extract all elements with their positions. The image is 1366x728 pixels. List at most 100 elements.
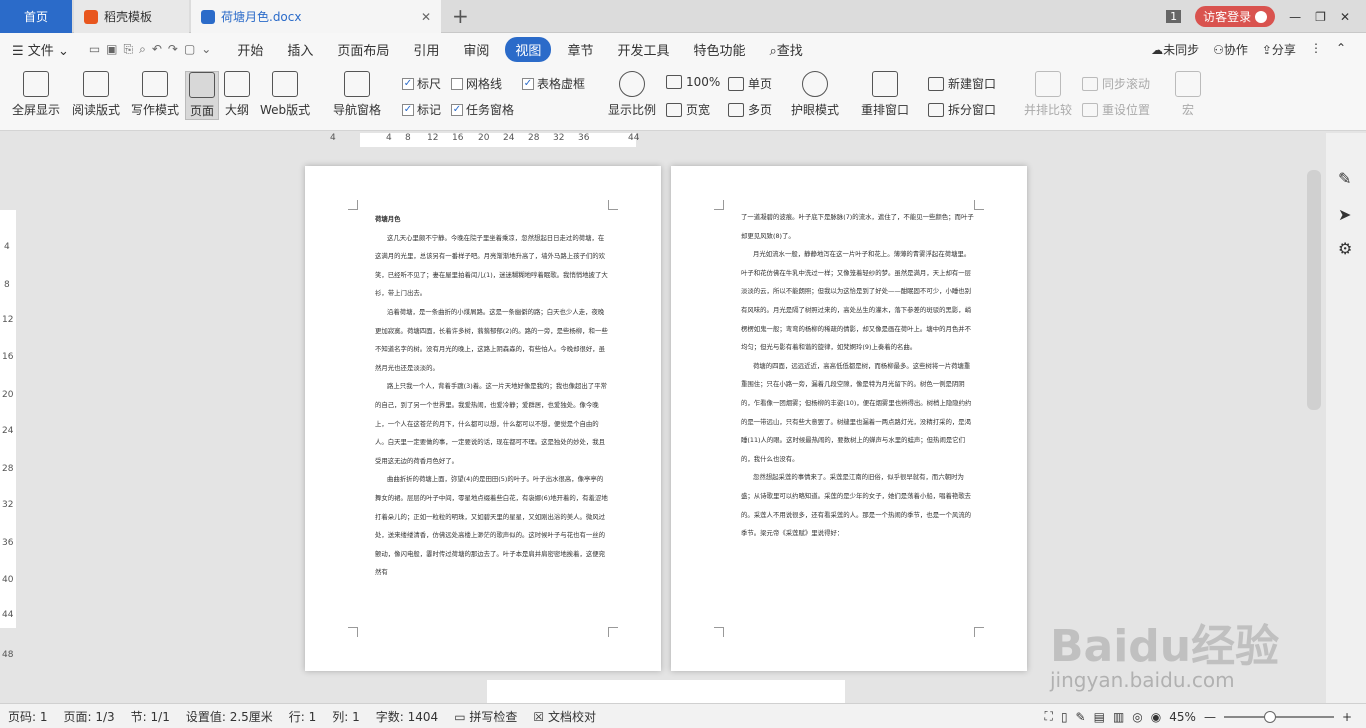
page-mode-icon[interactable]: ▤ [1094, 710, 1105, 724]
spell-icon: ▭ [454, 709, 466, 724]
pen-icon[interactable]: ✎ [1338, 169, 1351, 188]
menu-features[interactable]: 特色功能 [681, 40, 757, 59]
document-page-1[interactable]: 荷塘月色 这几天心里颇不宁静。今晚在院子里坐着乘凉，忽然想起日日走过的荷塘，在这… [305, 166, 661, 671]
nav-pane-button[interactable]: 导航窗格 [333, 71, 381, 118]
proof-icon: ☒ [533, 709, 545, 724]
document-page-2[interactable]: 了一道凝碧的波痕。叶子底下是脉脉(7)的流水，遮住了，不能见一些颜色；而叶子却更… [671, 166, 1027, 671]
zoom-slider-knob[interactable] [1263, 710, 1276, 723]
word-doc-icon [201, 9, 215, 24]
quick-access-icons[interactable]: ▭▣⎘⌕↶↷▢⌄ [81, 42, 226, 57]
zoom-ratio-button[interactable]: 显示比例 [608, 71, 656, 118]
eye-mode-button[interactable]: 护眼模式 [791, 71, 839, 118]
page-2-text[interactable]: 了一道凝碧的波痕。叶子底下是脉脉(7)的流水，遮住了，不能见一些颜色；而叶子却更… [741, 208, 975, 543]
share-button[interactable]: ⇪分享 [1262, 41, 1296, 58]
status-page-code[interactable]: 页码: 1 [0, 708, 56, 725]
minimize-icon[interactable]: — [1289, 10, 1301, 24]
status-words[interactable]: 字数: 1404 [368, 708, 446, 725]
zoom-level[interactable]: 45% [1169, 710, 1196, 724]
paragraph: 曲曲折折的荷塘上面，弥望(4)的是田田(5)的叶子。叶子出水很高，像亭亭的舞女的… [375, 475, 608, 577]
tab-home[interactable]: 首页 [0, 0, 72, 33]
table-frame-checkbox[interactable]: ✓ 表格虚框 [522, 75, 585, 92]
split-window-button[interactable]: 拆分窗口 [928, 101, 996, 118]
fullscreen-icon[interactable]: ⛶ [1045, 709, 1053, 724]
paragraph: 路上只我一个人，背着手踱(3)着。这一片天地好像是我的；我也像超出了平常的自己，… [375, 382, 607, 465]
collapse-icon[interactable]: ⌃ [1336, 41, 1346, 58]
status-row[interactable]: 行: 1 [281, 708, 325, 725]
status-page[interactable]: 页面: 1/3 [56, 708, 123, 725]
eye-icon[interactable]: ◉ [1151, 710, 1161, 724]
menu-insert[interactable]: 插入 [275, 40, 325, 59]
menu-devtools[interactable]: 开发工具 [605, 40, 681, 59]
baidu-watermark-url: jingyan.baidu.com [1050, 668, 1235, 692]
page-view-button[interactable]: 页面 [185, 71, 219, 120]
side-by-side-button[interactable]: 并排比较 [1024, 71, 1072, 118]
mark-checkbox[interactable]: ✓ 标记 [402, 101, 441, 118]
close-window-icon[interactable]: ✕ [1340, 10, 1350, 24]
vertical-scrollbar[interactable] [1307, 170, 1321, 410]
restore-icon[interactable]: ❐ [1315, 10, 1326, 24]
rearrange-window-button[interactable]: 重排窗口 [861, 71, 909, 118]
cloud-sync-button[interactable]: ☁未同步 [1151, 41, 1199, 58]
collab-button[interactable]: ⚇协作 [1213, 41, 1248, 58]
reset-position-button[interactable]: 重设位置 [1082, 101, 1150, 118]
status-section[interactable]: 节: 1/1 [123, 708, 178, 725]
write-mode-button[interactable]: 写作模式 [131, 71, 179, 118]
macro-button[interactable]: 宏 [1175, 71, 1201, 118]
multi-page-button[interactable]: 多页 [728, 101, 772, 118]
document-page-3[interactable] [487, 680, 845, 703]
zoom-slider[interactable] [1223, 710, 1334, 723]
zoom-in-icon[interactable]: + [1342, 710, 1352, 724]
new-tab-icon[interactable]: + [452, 4, 469, 28]
vertical-ruler[interactable]: 4 8 12 16 20 24 28 32 36 40 44 48 [0, 210, 16, 660]
status-col[interactable]: 列: 1 [324, 708, 368, 725]
menu-layout[interactable]: 页面布局 [325, 40, 401, 59]
web-view-button[interactable]: Web版式 [260, 71, 310, 118]
single-page-button[interactable]: 单页 [728, 75, 772, 92]
pointer-icon[interactable]: ➤ [1338, 205, 1351, 224]
menu-chapter[interactable]: 章节 [555, 40, 605, 59]
file-menu[interactable]: ☰ 文件 ⌄ [0, 40, 81, 59]
gridline-checkbox[interactable]: 网格线 [451, 75, 502, 92]
sync-scroll-button[interactable]: 同步滚动 [1082, 75, 1150, 92]
spell-check-button[interactable]: ▭ 拼写检查 [446, 708, 525, 725]
menu-reference[interactable]: 引用 [401, 40, 451, 59]
fullscreen-icon [23, 71, 49, 97]
ratio-icon [666, 75, 682, 89]
menu-view[interactable]: 视图 [505, 36, 552, 62]
tab-template[interactable]: 稻壳模板 [74, 0, 189, 33]
status-setting[interactable]: 设置值: 2.5厘米 [178, 708, 281, 725]
zoom-out-icon[interactable]: — [1204, 710, 1216, 724]
write-mode-icon[interactable]: ✎ [1076, 710, 1086, 724]
menu-review[interactable]: 审阅 [451, 40, 501, 59]
ruler-checkbox[interactable]: ✓ 标尺 [402, 75, 441, 92]
single-page-icon [728, 76, 744, 91]
task-pane-checkbox[interactable]: ✓ 任务窗格 [451, 101, 514, 118]
settings-icon[interactable]: ⚙ [1338, 239, 1352, 258]
zoom-100-button[interactable]: 100% [666, 75, 720, 89]
horizontal-ruler[interactable]: 4 4 8 12 16 20 24 28 32 36 44 [330, 133, 639, 147]
read-mode-button[interactable]: 阅读版式 [72, 71, 120, 118]
visitor-login-button[interactable]: 访客登录 [1195, 6, 1276, 27]
proofread-button[interactable]: ☒ 文档校对 [525, 708, 604, 725]
page-width-button[interactable]: 页宽 [666, 101, 710, 118]
fullscreen-button[interactable]: 全屏显示 [12, 71, 60, 118]
read-mode-icon[interactable]: ▯ [1061, 710, 1068, 724]
search-icon: ⌕ [769, 43, 777, 59]
close-icon[interactable]: ✕ [421, 10, 431, 24]
status-bar: 页码: 1 页面: 1/3 节: 1/1 设置值: 2.5厘米 行: 1 列: … [0, 703, 1366, 728]
outline-button[interactable]: 大纲 [224, 71, 250, 118]
search-button[interactable]: ⌕查找 [757, 40, 814, 59]
doc-title: 荷塘月色 [375, 215, 401, 223]
menu-start[interactable]: 开始 [225, 40, 275, 59]
baidu-watermark: Baidu经验 [1050, 621, 1280, 672]
new-window-button[interactable]: 新建窗口 [928, 75, 996, 92]
tab-document[interactable]: 荷塘月色.docx ✕ [191, 0, 441, 33]
outline-icon[interactable]: ▥ [1113, 710, 1124, 724]
window-count-badge[interactable]: 1 [1166, 10, 1182, 23]
multi-page-icon [728, 102, 744, 117]
page-1-text[interactable]: 荷塘月色 这几天心里颇不宁静。今晚在院子里坐着乘凉，忽然想起日日走过的荷塘，在这… [375, 210, 609, 582]
sync-scroll-icon [1082, 76, 1098, 91]
web-icon[interactable]: ◎ [1132, 710, 1142, 724]
more-icon[interactable]: ⋮ [1310, 41, 1322, 58]
paragraph: 了一道凝碧的波痕。叶子底下是脉脉(7)的流水，遮住了，不能见一些颜色；而叶子却更… [741, 213, 974, 240]
